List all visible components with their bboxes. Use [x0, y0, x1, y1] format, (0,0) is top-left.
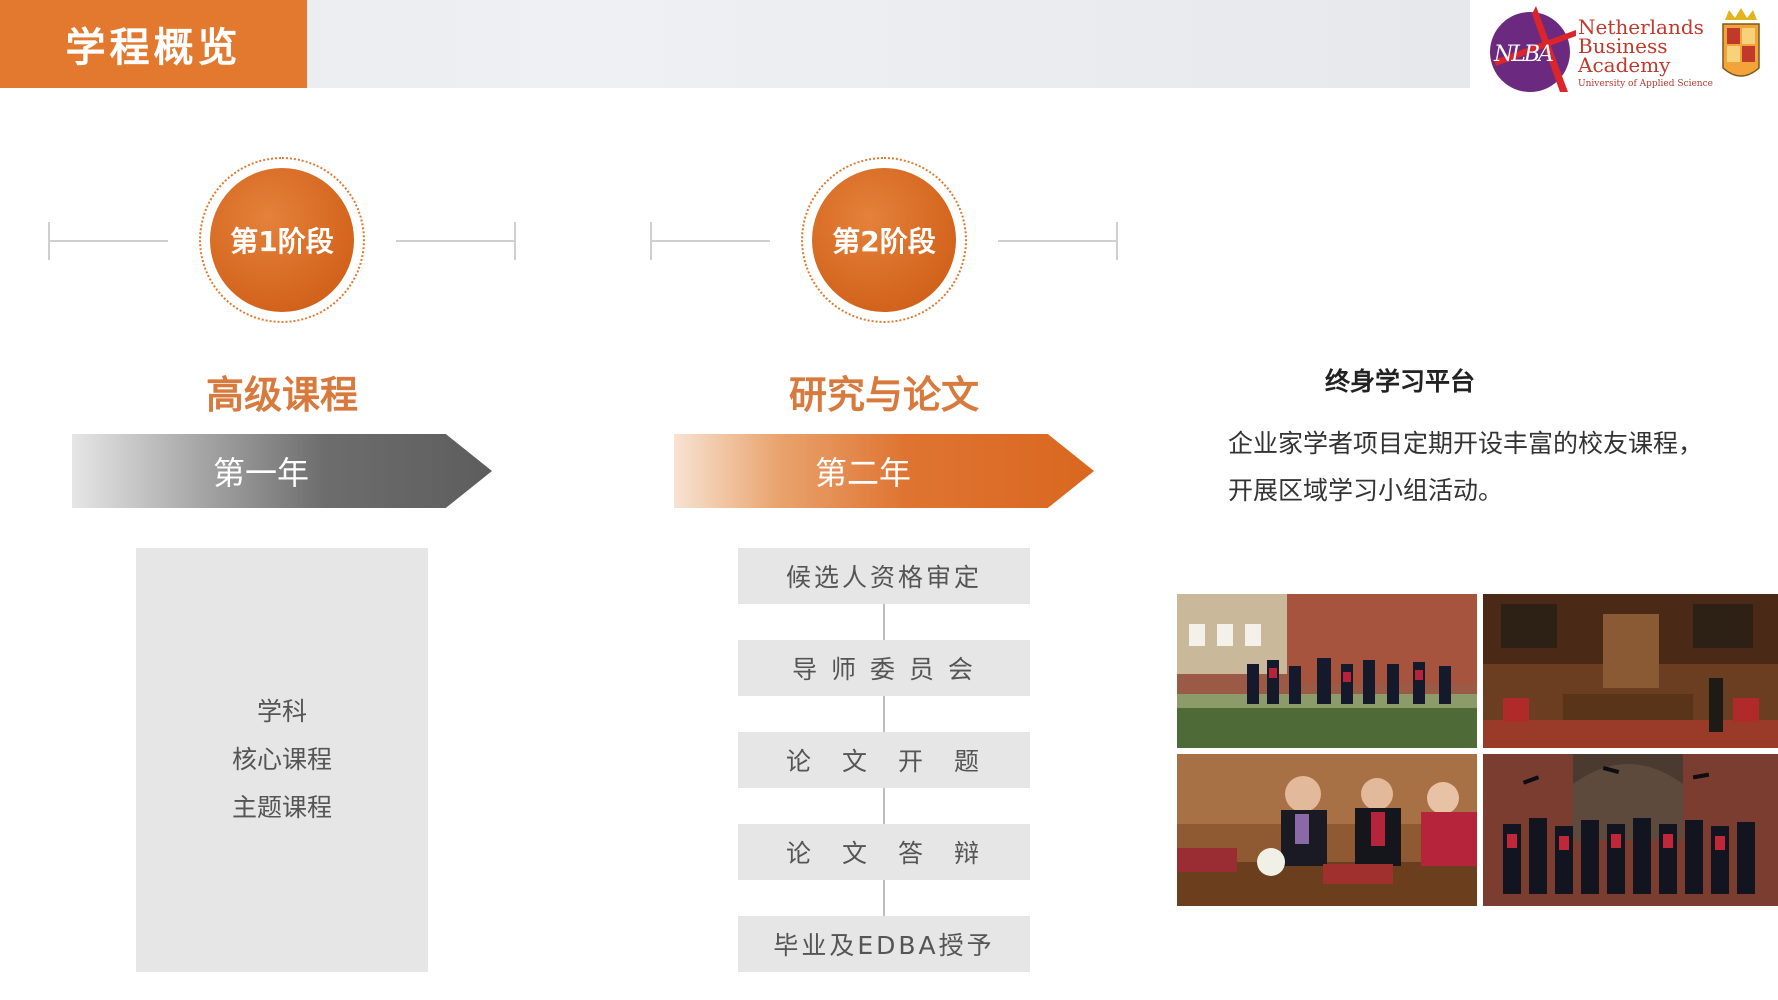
photo-procession — [1177, 594, 1477, 748]
lifelong-description: 企业家学者项目定期开设丰富的校友课程， 开展区域学习小组活动。 — [1228, 420, 1748, 514]
timeline-tick-right-1 — [514, 222, 516, 260]
step-connector — [883, 880, 885, 916]
step-item: 论 文 答 辩 — [738, 824, 1030, 880]
year-1-label: 第一年 — [212, 454, 309, 492]
timeline-tick-right-2 — [1116, 222, 1118, 260]
timeline-line-right-2 — [998, 240, 1118, 242]
step-connector — [883, 604, 885, 640]
step-item: 毕业及EDBA授予 — [738, 916, 1030, 972]
page-title: 学程概览 — [65, 25, 242, 71]
timeline-line-right-1 — [396, 240, 516, 242]
course-item: 主题课程 — [231, 793, 332, 822]
photo-signing — [1177, 754, 1477, 906]
year-1-course-box: 学科 核心课程 主题课程 — [136, 548, 428, 972]
stage-1-badge: 第1阶段 — [199, 157, 365, 323]
stage-2-badge-label: 第2阶段 — [812, 168, 956, 312]
step-item: 候选人资格审定 — [738, 548, 1030, 604]
step-item: 论 文 开 题 — [738, 732, 1030, 788]
step-connector — [883, 696, 885, 732]
course-item: 学科 — [256, 697, 307, 726]
page-title-block: 学程概览 — [0, 0, 307, 88]
timeline-line-left-2 — [650, 240, 770, 242]
logo-line-3: Academy — [1578, 53, 1671, 77]
year-1-banner: 第一年 — [72, 434, 492, 508]
photo-ceremony-hall — [1483, 594, 1778, 748]
lifelong-title: 终身学习平台 — [1324, 367, 1475, 396]
step-connector — [883, 788, 885, 824]
logo-wordmark: Netherlands Business Academy — [1578, 17, 1704, 77]
logo-subtitle: University of Applied Science — [1578, 79, 1713, 89]
stage-1-title: 高级课程 — [205, 373, 358, 417]
stage-2-badge: 第2阶段 — [801, 157, 967, 323]
logo-initials: NLBA — [1494, 42, 1554, 67]
lifelong-line-1: 企业家学者项目定期开设丰富的校友课程， — [1228, 429, 1704, 458]
crest-icon — [1722, 8, 1760, 77]
stage-2-title: 研究与论文 — [788, 373, 979, 417]
photo-graduates — [1483, 754, 1778, 906]
timeline-line-left-1 — [48, 240, 168, 242]
course-item: 核心课程 — [231, 745, 332, 774]
year-2-label: 第二年 — [814, 454, 911, 492]
step-item: 导 师 委 员 会 — [738, 640, 1030, 696]
year-2-banner: 第二年 — [674, 434, 1094, 508]
lifelong-line-2: 开展区域学习小组活动。 — [1228, 476, 1504, 505]
stage-1-badge-label: 第1阶段 — [210, 168, 354, 312]
